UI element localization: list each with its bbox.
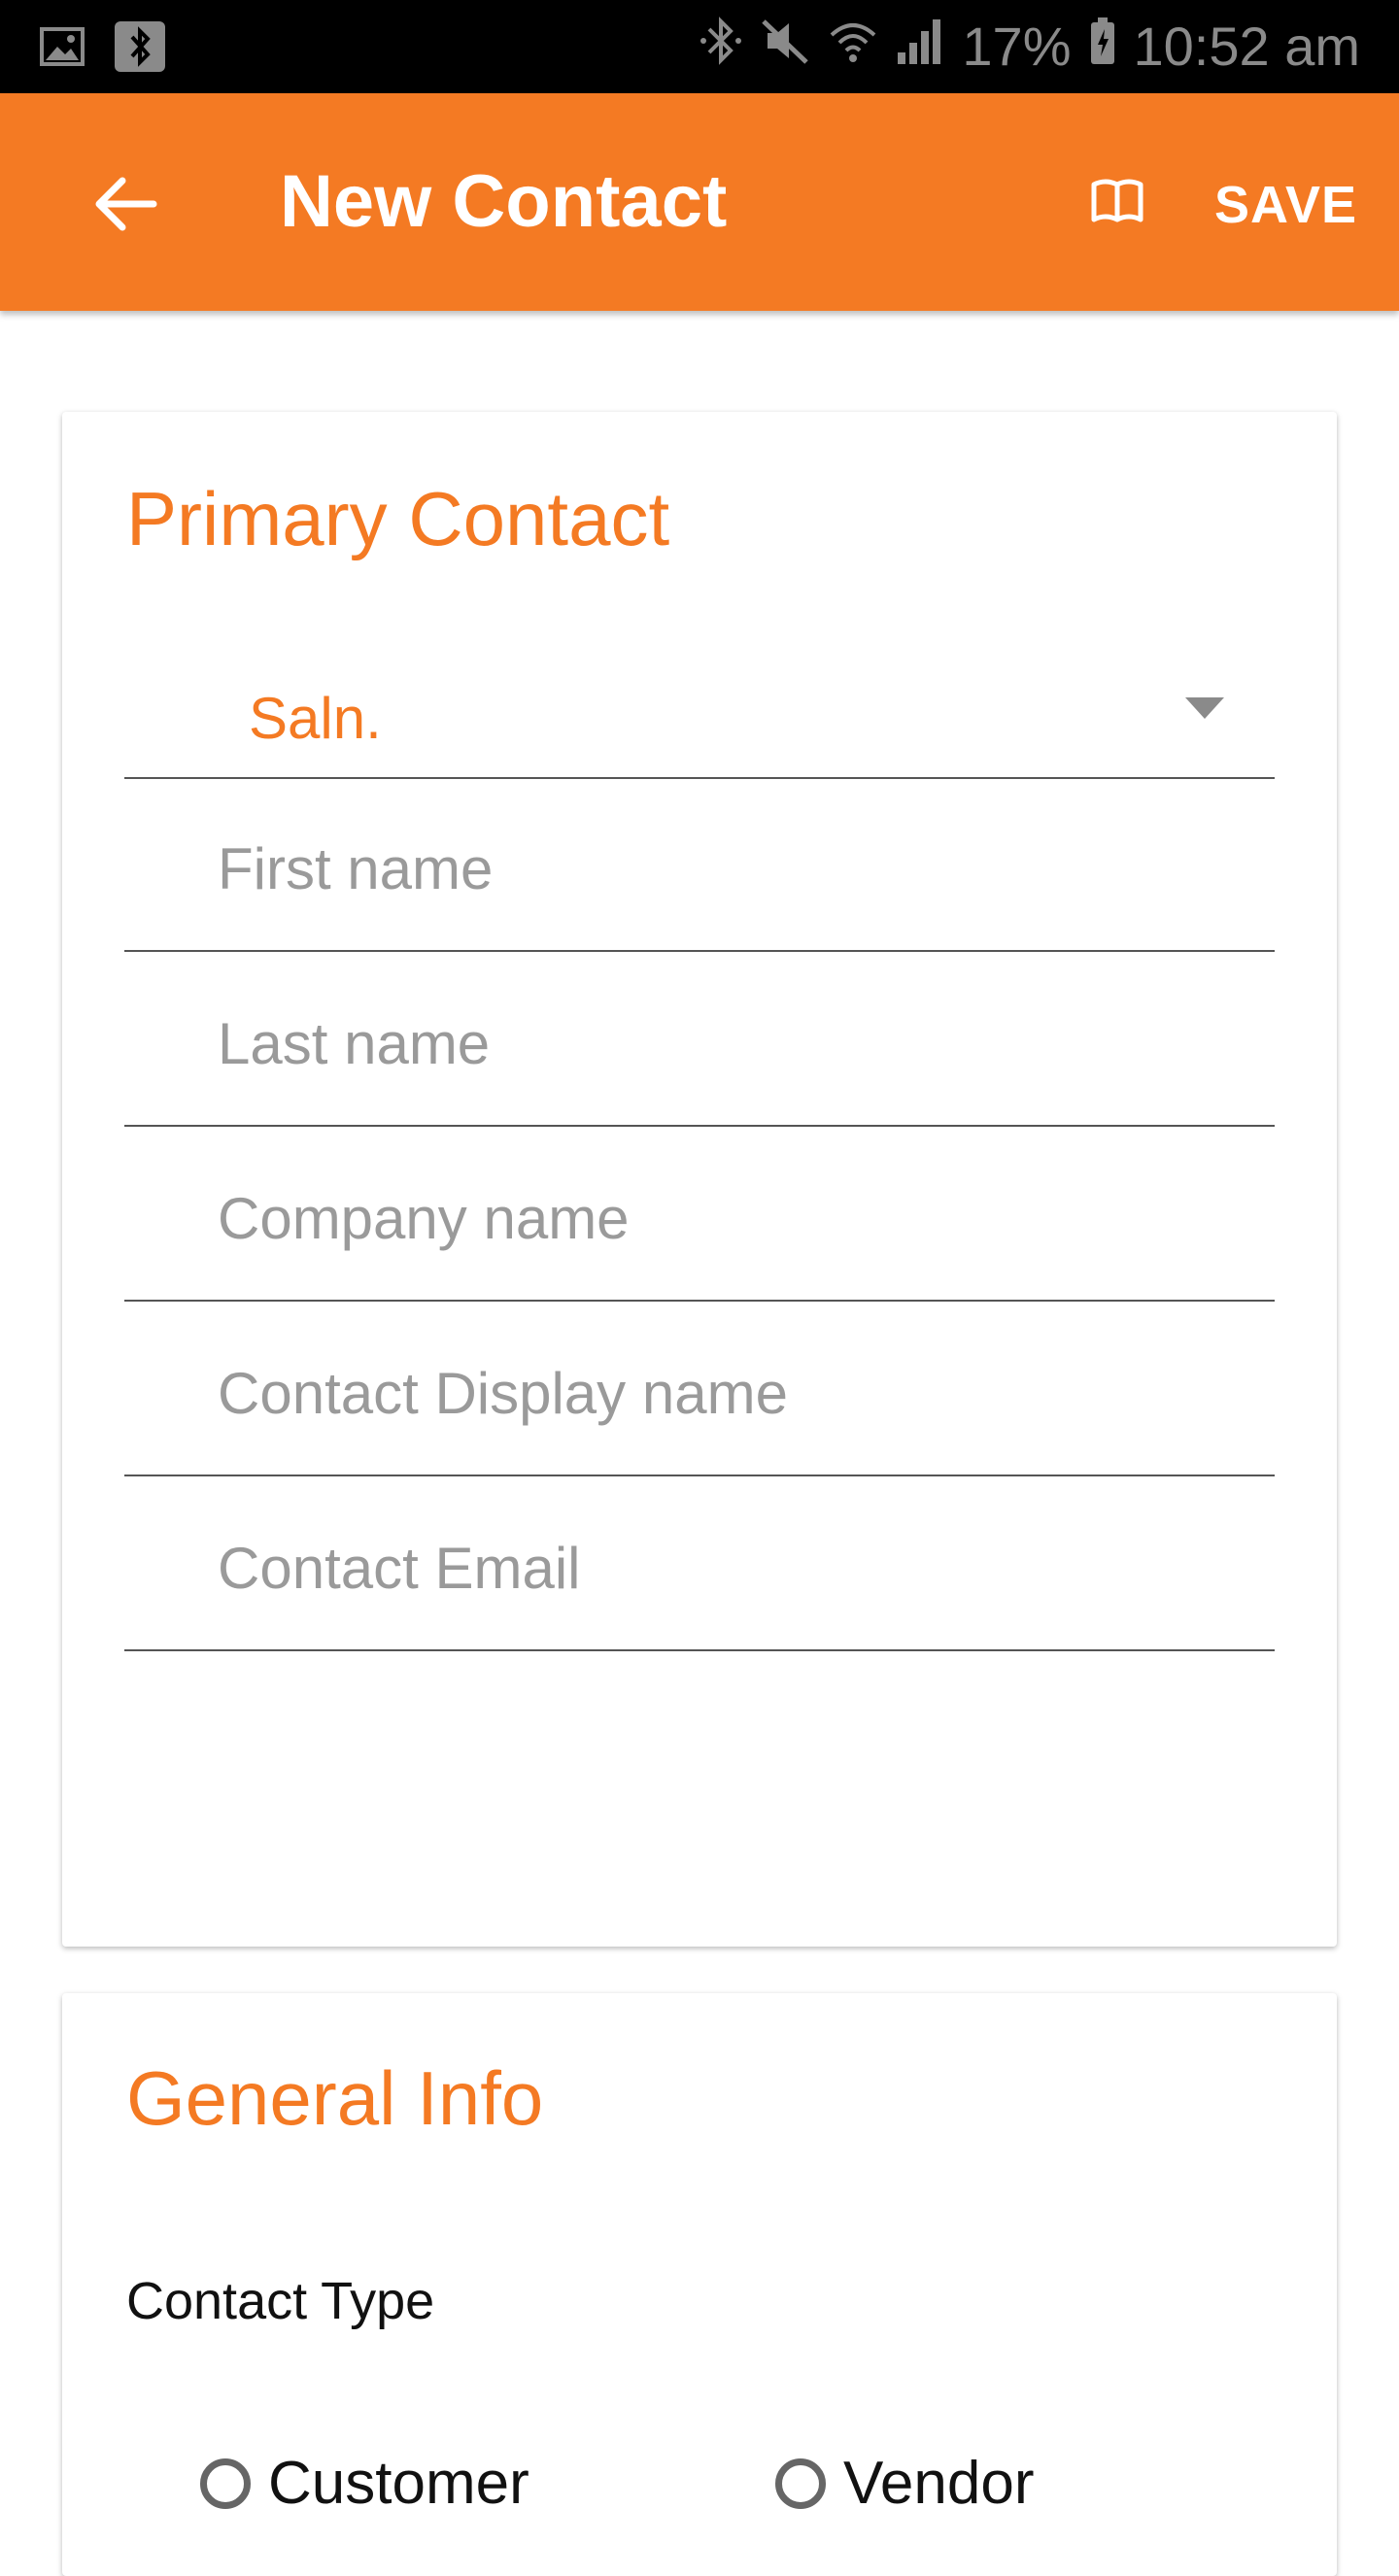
radio-customer-label: Customer: [268, 2450, 529, 2517]
salutation-value: Saln.: [249, 686, 382, 751]
arrow-left-icon: [95, 177, 157, 231]
contact-type-label: Contact Type: [126, 2272, 435, 2330]
first-name-field-row: [124, 777, 1275, 952]
mute-icon: [760, 16, 810, 79]
primary-contact-title: Primary Contact: [126, 476, 670, 561]
status-bar-left: [37, 21, 165, 72]
last-name-input[interactable]: [124, 952, 1275, 1125]
page-title: New Contact: [280, 160, 728, 243]
book-icon: [1091, 179, 1143, 222]
email-field-row: [124, 1476, 1275, 1651]
battery-charging-icon: [1089, 16, 1116, 79]
back-button[interactable]: [78, 157, 171, 251]
general-info-card: General Info Contact Type Customer Vendo…: [62, 1993, 1337, 2576]
radio-customer[interactable]: Customer: [200, 2450, 529, 2518]
book-button[interactable]: [1088, 171, 1166, 239]
radio-vendor[interactable]: Vendor: [775, 2450, 1035, 2518]
first-name-input[interactable]: [124, 777, 1275, 950]
radio-circle-icon: [200, 2458, 251, 2509]
radio-vendor-label: Vendor: [843, 2450, 1035, 2517]
general-info-title: General Info: [126, 2055, 544, 2141]
email-input[interactable]: [124, 1476, 1275, 1649]
radio-circle-icon: [775, 2458, 826, 2509]
dropdown-arrow-icon: [1185, 697, 1224, 719]
company-name-input[interactable]: [124, 1127, 1275, 1300]
status-bar: 17% 10:52 am: [0, 0, 1399, 93]
wifi-icon: [828, 16, 878, 79]
display-name-input[interactable]: [124, 1302, 1275, 1474]
display-name-field-row: [124, 1302, 1275, 1476]
bluetooth-icon: [700, 16, 742, 79]
salutation-select[interactable]: Saln.: [124, 631, 1275, 779]
app-bar: New Contact SAVE: [0, 93, 1399, 311]
primary-contact-card: Primary Contact Saln.: [62, 412, 1337, 2240]
save-button[interactable]: SAVE: [1214, 171, 1357, 239]
last-name-field-row: [124, 952, 1275, 1127]
company-name-field-row: [124, 1127, 1275, 1302]
signal-icon: [896, 16, 944, 79]
status-bar-right: 17% 10:52 am: [700, 14, 1360, 80]
bluetooth-icon: [115, 21, 165, 72]
image-icon: [37, 21, 87, 72]
clock: 10:52 am: [1133, 16, 1361, 77]
battery-percent: 17%: [962, 16, 1072, 77]
